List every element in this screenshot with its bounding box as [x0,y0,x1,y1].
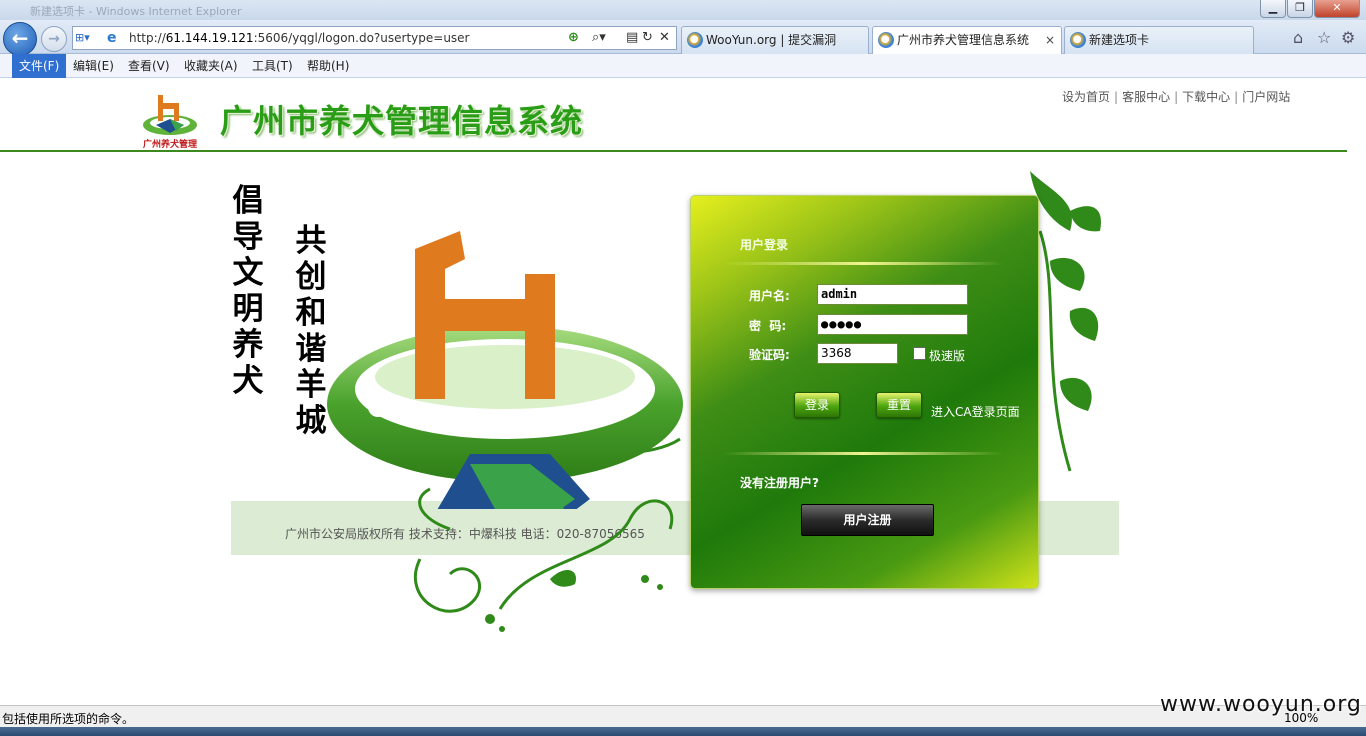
captcha-label: 验证码: [749,348,790,362]
ie-tab-icon [1070,32,1086,48]
taskbar [0,727,1366,736]
link-set-homepage[interactable]: 设为首页 [1058,90,1114,104]
menu-view[interactable]: 查看(V) [121,54,177,78]
menu-tools[interactable]: 工具(T) [245,54,300,78]
forward-arrow-icon: → [48,31,60,47]
panel-divider [723,262,1003,265]
no-register-text: 没有注册用户? [740,476,819,490]
reset-button[interactable]: 重置 [876,392,922,418]
link-download-center[interactable]: 下载中心 [1178,90,1234,104]
tab-label: 广州市养犬管理信息系统 [897,33,1030,47]
menu-bar: 文件(F) 编辑(E) 查看(V) 收藏夹(A) 工具(T) 帮助(H) [0,54,1366,78]
compatibility-icon[interactable]: ▤ [626,30,638,46]
link-customer-service[interactable]: 客服中心 [1118,90,1174,104]
password-input[interactable]: ●●●●● [817,314,968,335]
site-logo: 广州养犬管理 [140,93,200,150]
stop-icon[interactable]: ✕ [659,30,670,46]
ie-tab-icon [687,32,703,48]
menu-edit[interactable]: 编辑(E) [66,54,121,78]
panel-divider [723,452,1003,455]
login-panel: 用户登录 用户名: admin 密 码: ●●●●● 验证码: 3368 极速版… [690,195,1039,589]
captcha-input[interactable]: 3368 [817,343,898,364]
back-button[interactable]: ← [3,22,37,56]
header-divider [0,150,1347,152]
tab-wooyun[interactable]: WooYun.org | 提交漏洞 [681,26,869,54]
home-icon[interactable]: ⌂ [1293,28,1303,47]
status-text: 包括使用所选项的命令。 [2,712,135,726]
ca-login-link[interactable]: 进入CA登录页面 [931,403,1020,420]
top-links: 设为首页 | 客服中心 | 下载中心 | 门户网站 [1058,88,1294,105]
compatibility-view-icon[interactable]: ⊞▾ [75,29,105,47]
dog-collar-handshake-emblem-icon [327,231,683,509]
dog-handshake-logo-icon [143,95,197,135]
back-arrow-icon: ← [11,26,29,50]
navigation-bar: ← → ⊞▾ e http://61.144.19.121:5606/yqgl/… [0,20,1366,56]
menu-file[interactable]: 文件(F) [12,54,67,78]
password-label: 密 码: [749,319,787,333]
tab-label: 新建选项卡 [1089,33,1150,47]
login-button[interactable]: 登录 [794,392,840,418]
maximize-button[interactable]: ❐ [1287,0,1313,18]
site-title: 广州市养犬管理信息系统 [220,102,584,140]
username-input[interactable]: admin [817,284,968,305]
link-portal[interactable]: 门户网站 [1238,90,1294,104]
web-page: 广州养犬管理 广州市养犬管理信息系统 设为首页 | 客服中心 | 下载中心 | 门户网站 倡… [0,79,1366,704]
login-title: 用户登录 [740,238,789,252]
menu-favorites[interactable]: 收藏夹(A) [177,54,245,78]
window-titlebar: 新建选项卡 - Windows Internet Explorer ▁ ❐ ✕ [0,0,1366,20]
refresh-icon[interactable]: ↻ [642,30,653,46]
watermark: www.wooyun.org [1160,692,1362,717]
fast-version-label: 极速版 [929,349,966,363]
ie-page-icon: e [107,30,117,46]
minimize-button[interactable]: ▁ [1260,0,1286,18]
forward-button[interactable]: → [41,26,67,52]
register-button[interactable]: 用户注册 [801,504,934,536]
add-on-icon[interactable]: ⊕ [568,30,579,46]
logo-caption: 广州养犬管理 [142,140,197,150]
tab-dog-system[interactable]: 广州市养犬管理信息系统 × [872,26,1062,54]
tab-label: WooYun.org | 提交漏洞 [706,33,837,47]
favorites-star-icon[interactable]: ☆ [1317,28,1331,47]
close-window-button[interactable]: ✕ [1314,0,1360,18]
url-text[interactable]: http://61.144.19.121:5606/yqgl/logon.do?… [129,31,470,45]
close-tab-icon[interactable]: × [1045,27,1055,53]
tab-new[interactable]: 新建选项卡 [1064,26,1254,54]
window-title: 新建选项卡 - Windows Internet Explorer [30,5,242,18]
tools-gear-icon[interactable]: ⚙ [1341,28,1355,47]
fast-version-checkbox[interactable] [913,347,926,360]
search-icon[interactable]: ⌕▾ [592,30,606,46]
ie-tab-icon [878,32,894,48]
slogan-left: 倡导文明养犬 [232,183,264,399]
menu-help[interactable]: 帮助(H) [300,54,356,78]
address-bar[interactable]: ⊞▾ e http://61.144.19.121:5606/yqgl/logo… [72,26,677,50]
username-label: 用户名: [749,289,790,303]
